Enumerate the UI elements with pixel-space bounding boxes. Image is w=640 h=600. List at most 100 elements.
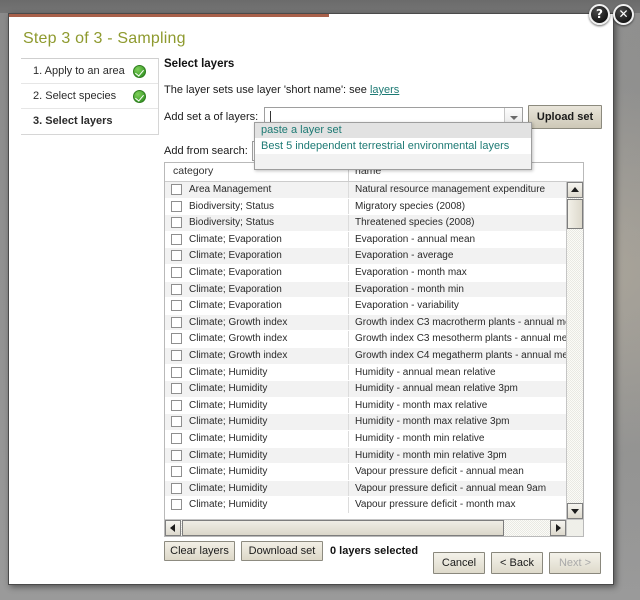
- cell-category: Climate; Evaporation: [189, 300, 282, 311]
- cell-divider: [348, 414, 349, 430]
- table-row[interactable]: Climate; Growth index Growth index C4 meg…: [165, 348, 566, 365]
- cell-divider: [348, 298, 349, 314]
- table-row[interactable]: Climate; HumidityHumidity - month max re…: [165, 398, 566, 415]
- sidebar-item-apply-to-an-area[interactable]: 1. Apply to an area: [21, 59, 158, 84]
- cell-name: Threatened species (2008): [355, 217, 475, 228]
- row-checkbox[interactable]: [171, 267, 182, 278]
- row-checkbox[interactable]: [171, 300, 182, 311]
- cancel-button[interactable]: Cancel: [433, 552, 485, 574]
- cell-divider: [348, 265, 349, 281]
- close-icon[interactable]: ✕: [613, 4, 634, 25]
- step-label: 2. Select species: [33, 90, 116, 102]
- row-checkbox[interactable]: [171, 350, 182, 361]
- table-row[interactable]: Climate; HumidityHumidity - month max re…: [165, 414, 566, 431]
- sidebar-item-select-species[interactable]: 2. Select species: [21, 84, 158, 109]
- row-checkbox[interactable]: [171, 383, 182, 394]
- row-checkbox[interactable]: [171, 234, 182, 245]
- table-row[interactable]: Climate; HumidityVapour pressure deficit…: [165, 464, 566, 481]
- row-checkbox[interactable]: [171, 250, 182, 261]
- table-row[interactable]: Climate; EvaporationEvaporation - month …: [165, 282, 566, 299]
- cell-name: Evaporation - average: [355, 250, 453, 261]
- table-row[interactable]: Climate; Growth indexGrowth index C3 mac…: [165, 315, 566, 332]
- cell-category: Climate; Humidity: [189, 483, 267, 494]
- cell-divider: [348, 398, 349, 414]
- row-checkbox[interactable]: [171, 466, 182, 477]
- row-checkbox[interactable]: [171, 284, 182, 295]
- cell-divider: [348, 331, 349, 347]
- back-button[interactable]: < Back: [491, 552, 543, 574]
- table-row[interactable]: Climate; Growth indexGrowth index C3 mes…: [165, 331, 566, 348]
- cell-name: Migratory species (2008): [355, 201, 465, 212]
- help-icon[interactable]: ?: [589, 4, 610, 25]
- cell-divider: [348, 381, 349, 397]
- row-checkbox[interactable]: [171, 433, 182, 444]
- horizontal-scrollbar[interactable]: [165, 519, 566, 536]
- cell-name: Growth index C4 megatherm plants - annua…: [355, 350, 566, 361]
- row-checkbox[interactable]: [171, 201, 182, 212]
- cell-name: Vapour pressure deficit - annual mean: [355, 466, 524, 477]
- panel-heading: Select layers: [164, 58, 604, 70]
- row-checkbox[interactable]: [171, 217, 182, 228]
- row-checkbox[interactable]: [171, 483, 182, 494]
- table-row[interactable]: Climate; EvaporationEvaporation - variab…: [165, 298, 566, 315]
- table-row[interactable]: Biodiversity; StatusMigratory species (2…: [165, 199, 566, 216]
- row-checkbox[interactable]: [171, 499, 182, 510]
- cell-divider: [348, 232, 349, 248]
- cell-divider: [348, 431, 349, 447]
- upload-set-button[interactable]: Upload set: [528, 105, 602, 129]
- cell-name: Evaporation - annual mean: [355, 234, 475, 245]
- dropdown-option-paste[interactable]: paste a layer set: [255, 123, 531, 138]
- sidebar-item-select-layers[interactable]: 3. Select layers: [21, 109, 158, 134]
- row-checkbox[interactable]: [171, 450, 182, 461]
- table-row[interactable]: Climate; EvaporationEvaporation - annual…: [165, 232, 566, 249]
- accent-bar: [9, 14, 329, 17]
- table-row[interactable]: Climate; EvaporationEvaporation - month …: [165, 265, 566, 282]
- table-row[interactable]: Area ManagementNatural resource manageme…: [165, 182, 566, 199]
- dropdown-option-blank[interactable]: [255, 154, 531, 169]
- table-body: Area ManagementNatural resource manageme…: [165, 182, 566, 519]
- vertical-scrollbar[interactable]: [566, 182, 583, 519]
- cell-name: Growth index C3 mesotherm plants - annua…: [355, 333, 566, 344]
- row-checkbox[interactable]: [171, 317, 182, 328]
- table-row[interactable]: Climate; HumidityHumidity - annual mean …: [165, 381, 566, 398]
- clear-layers-button[interactable]: Clear layers: [164, 541, 235, 561]
- background-titlebar-strip: [0, 0, 640, 13]
- table-row[interactable]: Climate; HumidityVapour pressure deficit…: [165, 481, 566, 498]
- cell-name: Humidity - month max relative 3pm: [355, 416, 510, 427]
- table-row[interactable]: Biodiversity; StatusThreatened species (…: [165, 215, 566, 232]
- cell-divider: [348, 182, 349, 198]
- layers-link[interactable]: layers: [370, 84, 399, 96]
- table-row[interactable]: Climate; EvaporationEvaporation - averag…: [165, 248, 566, 265]
- download-set-button[interactable]: Download set: [241, 541, 323, 561]
- row-checkbox[interactable]: [171, 184, 182, 195]
- column-header-category[interactable]: category: [173, 165, 213, 177]
- table-row[interactable]: Climate; HumidityHumidity - month min re…: [165, 448, 566, 465]
- scrollbar-corner: [566, 519, 583, 536]
- cell-name: Humidity - month min relative 3pm: [355, 450, 507, 461]
- cell-divider: [348, 282, 349, 298]
- cell-divider: [348, 348, 349, 364]
- row-checkbox[interactable]: [171, 416, 182, 427]
- horizontal-scroll-thumb[interactable]: [182, 520, 504, 536]
- vertical-scroll-thumb[interactable]: [567, 199, 583, 229]
- intro-text: The layer sets use layer 'short name': s…: [164, 84, 604, 96]
- cell-category: Climate; Humidity: [189, 499, 267, 510]
- table-row[interactable]: Climate; HumidityHumidity - month min re…: [165, 431, 566, 448]
- table-row[interactable]: Climate; HumidityHumidity - annual mean …: [165, 365, 566, 382]
- cell-divider: [348, 215, 349, 231]
- cell-divider: [348, 464, 349, 480]
- scroll-right-icon[interactable]: [550, 520, 566, 536]
- row-checkbox[interactable]: [171, 400, 182, 411]
- layer-set-dropdown-list[interactable]: paste a layer set Best 5 independent ter…: [254, 122, 532, 170]
- cell-category: Area Management: [189, 184, 271, 195]
- scroll-up-icon[interactable]: [567, 182, 583, 198]
- selection-status: 0 layers selected: [330, 545, 418, 557]
- dropdown-option-best5[interactable]: Best 5 independent terrestrial environme…: [255, 138, 531, 154]
- row-checkbox[interactable]: [171, 367, 182, 378]
- row-checkbox[interactable]: [171, 333, 182, 344]
- table-row[interactable]: Climate; HumidityVapour pressure deficit…: [165, 497, 566, 514]
- next-button: Next >: [549, 552, 601, 574]
- cell-category: Climate; Growth index: [189, 350, 287, 361]
- scroll-down-icon[interactable]: [567, 503, 583, 519]
- scroll-left-icon[interactable]: [165, 520, 181, 536]
